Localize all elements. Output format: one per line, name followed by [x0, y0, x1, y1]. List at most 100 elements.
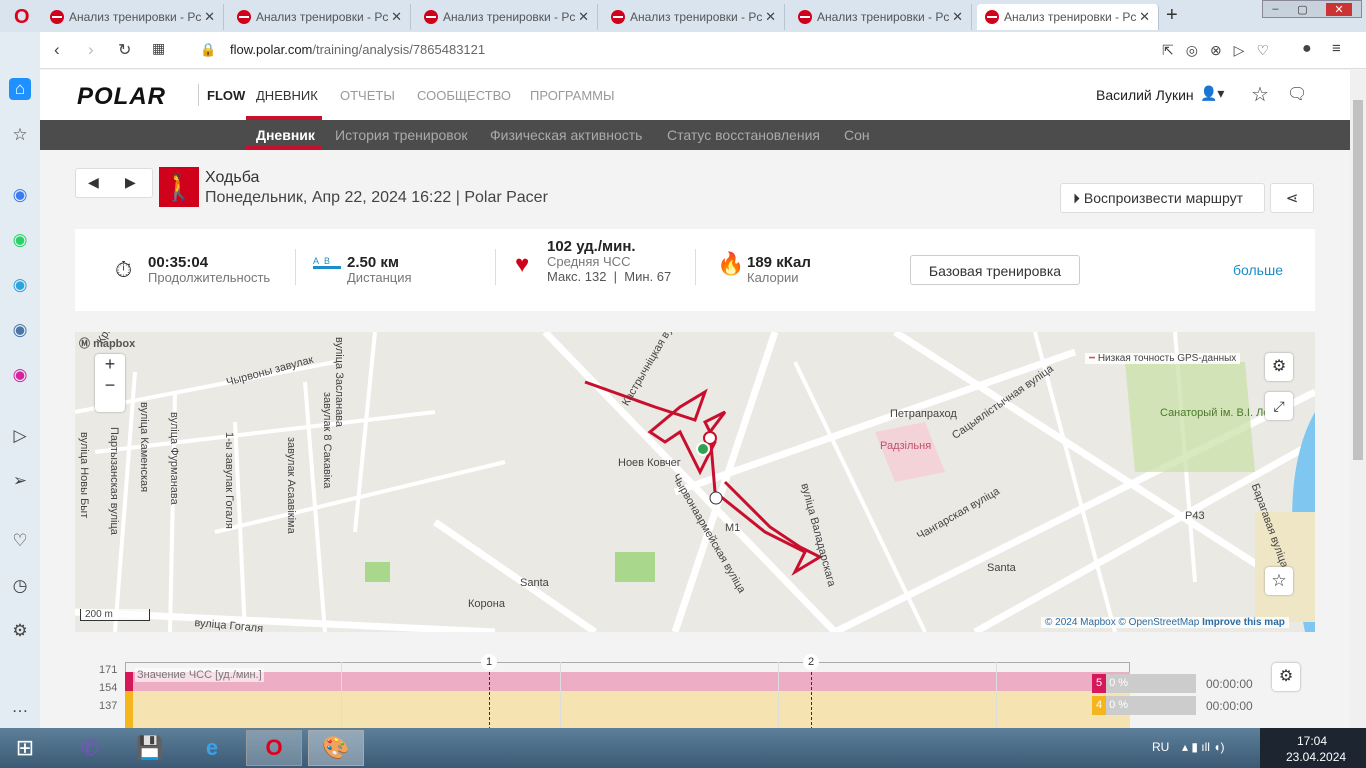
notifications-icon[interactable]: 🗨	[1287, 84, 1307, 104]
gps-legend: ┅ Низкая точность GPS-данных	[1085, 353, 1241, 364]
close-window-button[interactable]: ✕	[1326, 2, 1352, 16]
floppy-taskbar-icon[interactable]: 💾	[122, 730, 178, 766]
send-icon[interactable]: ➢	[9, 470, 31, 492]
page-scrollbar[interactable]	[1350, 70, 1366, 728]
polar-header: POLAR FLOW ДНЕВНИК ОТЧЕТЫ СООБЩЕСТВО ПРО…	[40, 70, 1350, 120]
more-link[interactable]: больше	[1233, 262, 1283, 278]
close-tab-icon[interactable]: ✕	[578, 9, 589, 25]
series-label: Значение ЧСС [уд./мин.]	[135, 668, 264, 682]
nav-diary[interactable]: ДНЕВНИК	[256, 88, 318, 103]
opera-logo-icon[interactable]: O	[14, 6, 30, 29]
stopwatch-icon: ⏱	[115, 257, 133, 282]
toolbar-icons[interactable]: ⇱◎⊗▷♡	[1162, 42, 1281, 59]
share-button[interactable]: ⋖	[1270, 183, 1314, 213]
flow-label: FLOW	[207, 88, 246, 103]
home-icon[interactable]: ⌂	[9, 78, 31, 100]
map-label: завулак Асаавікіма	[285, 437, 297, 534]
walking-icon: 🚶	[159, 167, 199, 207]
nav-reports[interactable]: ОТЧЕТЫ	[340, 88, 395, 103]
close-tab-icon[interactable]: ✕	[204, 9, 215, 25]
telegram-icon[interactable]: ◉	[9, 274, 31, 296]
replay-route-button[interactable]: ⏵ Воспроизвести маршрут	[1060, 183, 1265, 213]
close-tab-icon[interactable]: ✕	[952, 9, 963, 25]
next-button[interactable]: ▶	[125, 174, 136, 191]
history-icon[interactable]: ◷	[9, 575, 31, 597]
new-tab-button[interactable]: +	[1166, 4, 1178, 27]
whatsapp-icon[interactable]: ◉	[9, 229, 31, 251]
ie-taskbar-icon[interactable]: e	[184, 730, 240, 766]
hr-max-min: Макс. 132 | Мин. 67	[547, 269, 672, 284]
subnav-diary[interactable]: Дневник	[256, 127, 315, 143]
url-field[interactable]: flow.polar.com/training/analysis/7865483…	[230, 42, 485, 57]
sport-name: Ходьба	[205, 169, 260, 186]
play-icon: ⏵	[1073, 190, 1080, 206]
star-icon[interactable]: ☆	[9, 124, 31, 146]
prev-button[interactable]: ◀	[88, 174, 99, 191]
close-tab-icon[interactable]: ✕	[1139, 9, 1150, 25]
clock-date[interactable]: 23.04.2024	[1286, 750, 1346, 764]
browser-tab[interactable]: Анализ тренировки - Pc ✕	[229, 4, 411, 30]
user-name[interactable]: Василий Лукин	[1096, 87, 1194, 103]
tabs-grid-icon[interactable]: ▦	[152, 40, 165, 57]
route-map[interactable]: КрыловаЧырвоны завулаквуліца Засланававу…	[75, 332, 1315, 632]
minimize-button[interactable]: –	[1272, 3, 1278, 15]
zone4-band	[125, 691, 1130, 728]
opera-sidebar: ⌂ ☆ ◉ ◉ ◉ ◉ ◉ ▷ ➢ ♡ ◷ ⚙ …	[0, 32, 40, 728]
close-tab-icon[interactable]: ✕	[391, 9, 402, 25]
browser-tab[interactable]: Анализ тренировки - Pc ✕	[790, 4, 972, 30]
browser-tab[interactable]: Анализ тренировки - Pc ✕	[603, 4, 785, 30]
window-controls[interactable]: – ▢ ✕	[1262, 0, 1362, 18]
map-label: Корона	[468, 598, 505, 610]
tray-icons[interactable]: ▴ ▮ ıll ◖)	[1182, 740, 1225, 754]
language-indicator[interactable]: RU	[1152, 740, 1169, 754]
messenger-icon[interactable]: ◉	[9, 184, 31, 206]
chart-settings-button[interactable]: ⚙	[1272, 663, 1300, 691]
menu-icon[interactable]: ≡	[1332, 40, 1341, 57]
forward-icon[interactable]: ›	[88, 40, 94, 60]
vk-icon[interactable]: ◉	[9, 319, 31, 341]
map-label: Петрапраход	[890, 408, 957, 420]
browser-tab[interactable]: Анализ тренировки - Pc ✕	[977, 4, 1159, 30]
opera-taskbar-icon[interactable]: O	[246, 730, 302, 766]
reload-icon[interactable]: ↻	[118, 40, 131, 60]
browser-tab[interactable]: Анализ тренировки - Pc ✕	[42, 4, 224, 30]
base-training-button[interactable]: Базовая тренировка	[910, 255, 1080, 285]
nav-community[interactable]: СООБЩЕСТВО	[417, 88, 511, 103]
subnav-sleep[interactable]: Сон	[844, 127, 870, 143]
start-button[interactable]: ⊞	[0, 730, 50, 766]
y-tick: 154	[99, 682, 118, 694]
map-favorite-button[interactable]: ☆	[1265, 567, 1293, 595]
map-attribution: © 2024 Mapbox © OpenStreetMap Improve th…	[1041, 617, 1289, 628]
favorite-star-icon[interactable]: ☆	[1251, 82, 1269, 107]
zoom-in-button[interactable]: +	[95, 354, 125, 375]
nav-programs[interactable]: ПРОГРАММЫ	[530, 88, 615, 103]
instagram-icon[interactable]: ◉	[9, 364, 31, 386]
maximize-button[interactable]: ▢	[1297, 3, 1307, 16]
subnav-activity[interactable]: Физическая активность	[490, 127, 642, 143]
back-icon[interactable]: ‹	[54, 40, 60, 60]
lock-icon: 🔒	[200, 42, 217, 57]
user-menu-icon[interactable]: 👤▾	[1200, 85, 1224, 102]
subnav-history[interactable]: История тренировок	[335, 127, 467, 143]
paint-taskbar-icon[interactable]: 🎨	[308, 730, 364, 766]
viber-taskbar-icon[interactable]: ✆	[62, 730, 118, 766]
clock-time[interactable]: 17:04	[1297, 734, 1327, 748]
polar-logo[interactable]: POLAR	[77, 83, 166, 111]
more-icon[interactable]: …	[9, 696, 31, 718]
heart-icon[interactable]: ♡	[9, 530, 31, 552]
fullscreen-button[interactable]: ⤢	[1265, 392, 1293, 420]
browser-tab[interactable]: Анализ тренировки - Pc ✕	[416, 4, 598, 30]
profile-icon[interactable]: ●	[1302, 40, 1312, 58]
close-tab-icon[interactable]: ✕	[765, 9, 776, 25]
subnav-recovery[interactable]: Статус восстановления	[667, 127, 820, 143]
hr-chart: 1 2 171 154 137 Значение ЧСС [уд./мин.] …	[75, 654, 1315, 728]
lap-marker-1[interactable]: 1	[481, 654, 497, 670]
mapbox-logo[interactable]: Ⓜ mapbox	[79, 335, 135, 351]
flame-icon: 🔥	[717, 251, 745, 276]
settings-icon[interactable]: ⚙	[9, 620, 31, 642]
zoom-out-button[interactable]: −	[95, 375, 125, 396]
map-label: Ноев Ковчег	[618, 457, 681, 469]
lap-marker-2[interactable]: 2	[803, 654, 819, 670]
player-icon[interactable]: ▷	[9, 425, 31, 447]
map-settings-button[interactable]: ⚙	[1265, 353, 1293, 381]
